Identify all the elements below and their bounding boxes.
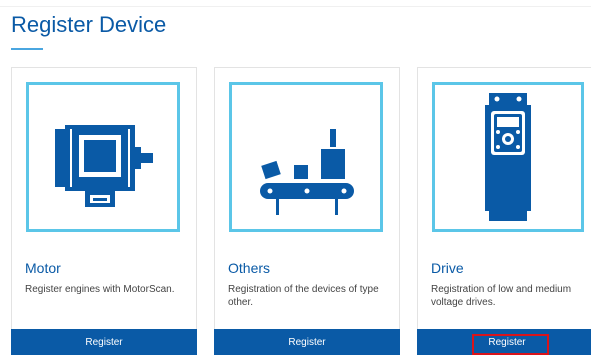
- conveyor-icon: [260, 129, 354, 215]
- card-description: Registration of the devices of type othe…: [228, 284, 379, 308]
- icon-frame: [229, 82, 383, 232]
- card-title: Drive: [431, 260, 464, 276]
- card-description: Register engines with MotorScan.: [25, 284, 175, 295]
- register-button-motor[interactable]: Register: [11, 329, 197, 355]
- drive-icon: [485, 93, 531, 221]
- icon-frame: [432, 82, 584, 232]
- device-card-others: Others Registration of the devices of ty…: [214, 67, 400, 355]
- top-divider: [0, 6, 591, 7]
- motor-icon: [55, 125, 153, 207]
- register-button-drive[interactable]: Register: [417, 329, 591, 355]
- card-title: Motor: [25, 260, 61, 276]
- icon-frame: [26, 82, 180, 232]
- card-description: Registration of low and medium voltage d…: [431, 284, 572, 308]
- page-title: Register Device: [11, 12, 167, 37]
- device-card-drive: Drive Registration of low and medium vol…: [417, 67, 591, 355]
- device-card-motor: Motor Register engines with MotorScan. R…: [11, 67, 197, 355]
- card-title: Others: [228, 260, 271, 276]
- title-underline: [11, 48, 43, 50]
- register-button-others[interactable]: Register: [214, 329, 400, 355]
